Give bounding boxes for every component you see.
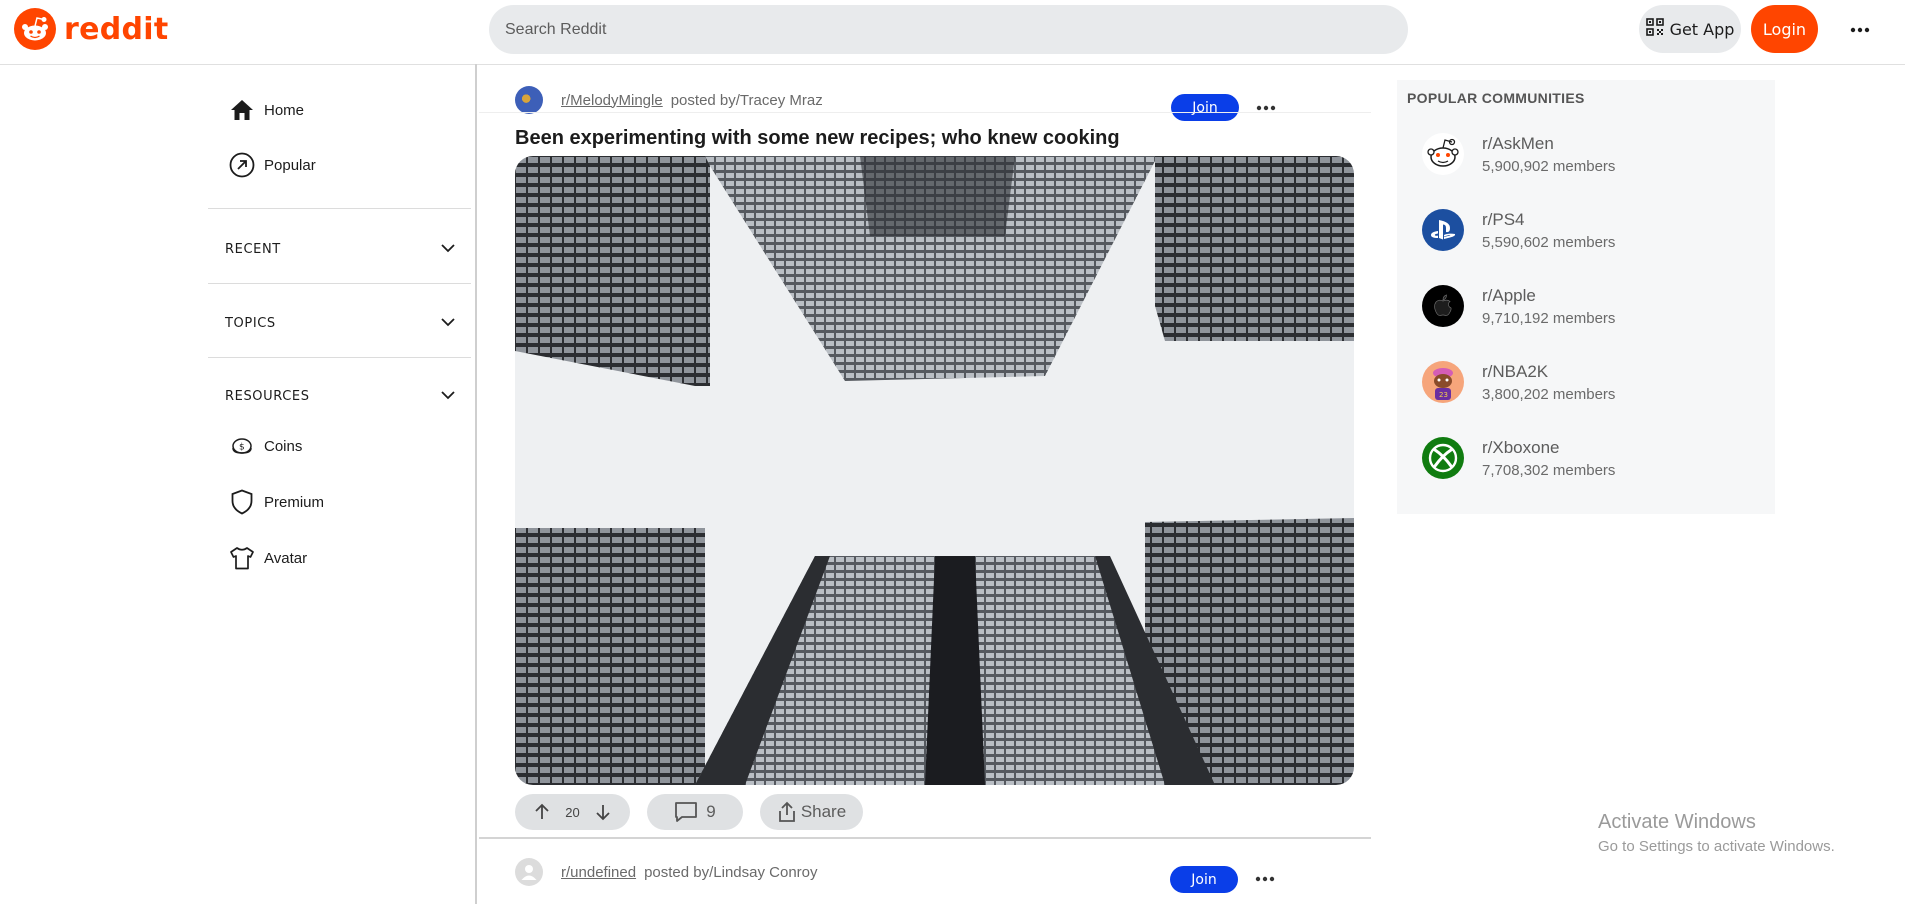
comments-button[interactable]: 9 — [647, 794, 743, 830]
section-recent[interactable]: RECENT — [225, 242, 455, 257]
subreddit-link[interactable]: r/MelodyMingle — [561, 92, 663, 109]
logo-text: reddit — [64, 11, 169, 47]
community-item[interactable]: 23 r/NBA2K 3,800,202 members — [1422, 361, 1615, 403]
sidebar-item-label: Premium — [264, 493, 325, 511]
post-separator — [479, 837, 1371, 839]
community-members: 9,710,192 members — [1482, 309, 1616, 327]
svg-text:23: 23 — [1439, 391, 1448, 399]
community-members: 7,708,302 members — [1482, 461, 1616, 479]
section-topics[interactable]: TOPICS — [225, 316, 455, 331]
community-item[interactable]: r/AskMen 5,900,902 members — [1422, 133, 1615, 175]
top-header: reddit Get App Login — [0, 0, 1905, 65]
sidebar-divider — [208, 283, 471, 284]
more-options-icon[interactable] — [1840, 10, 1880, 50]
chevron-down-icon — [441, 242, 455, 257]
section-label: RESOURCES — [225, 389, 310, 404]
get-app-button[interactable]: Get App — [1639, 5, 1741, 53]
community-name: r/PS4 — [1482, 209, 1525, 229]
sidebar-item-avatar[interactable]: Avatar — [228, 544, 307, 572]
community-item[interactable]: r/PS4 5,590,602 members — [1422, 209, 1615, 251]
sidebar-item-home[interactable]: Home — [228, 96, 304, 124]
downvote-icon[interactable] — [594, 803, 612, 821]
section-label: TOPICS — [225, 316, 276, 331]
sidebar-divider — [208, 357, 471, 358]
coins-icon: $ — [228, 432, 256, 460]
comment-count: 9 — [706, 802, 716, 821]
askmen-icon — [1422, 133, 1464, 175]
sidebar-item-label: Avatar — [264, 549, 308, 567]
section-resources[interactable]: RESOURCES — [225, 389, 455, 404]
watermark-title: Activate Windows — [1598, 811, 1756, 833]
more-options-icon[interactable] — [1252, 98, 1280, 118]
svg-text:$: $ — [239, 443, 245, 453]
community-name: r/NBA2K — [1482, 361, 1549, 381]
community-members: 3,800,202 members — [1482, 385, 1616, 403]
post-meta: r/MelodyMingle posted by/Tracey Mraz — [515, 86, 823, 114]
skyscraper-image — [515, 156, 1354, 785]
community-members: 5,590,602 members — [1482, 233, 1616, 251]
shield-icon — [228, 488, 256, 516]
community-name: r/Xboxone — [1482, 437, 1560, 457]
sidebar-item-label: Home — [264, 101, 305, 119]
subreddit-link[interactable]: r/undefined — [561, 864, 636, 881]
apple-icon — [1422, 285, 1464, 327]
community-item[interactable]: r/Apple 9,710,192 members — [1422, 285, 1615, 327]
default-avatar-icon[interactable] — [515, 858, 543, 886]
watermark-subtitle: Go to Settings to activate Windows. — [1598, 838, 1835, 855]
windows-activation-watermark: Activate Windows Go to Settings to activ… — [1598, 811, 1835, 855]
reddit-logo[interactable]: reddit — [14, 8, 169, 50]
vote-control: 20 — [515, 794, 630, 830]
sidebar-item-label: Coins — [264, 437, 303, 455]
more-options-icon[interactable] — [1251, 869, 1279, 889]
nba2k-icon: 23 — [1422, 361, 1464, 403]
comment-icon — [674, 801, 698, 823]
search-input[interactable] — [489, 5, 1408, 54]
post-title[interactable]: Been experimenting with some new recipes… — [515, 127, 1120, 150]
post-meta: r/undefined posted by/Lindsay Conroy — [515, 858, 818, 886]
share-icon — [777, 801, 797, 823]
popular-communities-panel: POPULAR COMMUNITIES r/AskMen 5,900,902 m… — [1397, 80, 1775, 514]
subreddit-avatar[interactable] — [515, 86, 543, 114]
section-label: RECENT — [225, 242, 281, 257]
join-button[interactable]: Join — [1171, 94, 1239, 121]
sidebar-divider — [208, 208, 471, 209]
sidebar-item-premium[interactable]: Premium — [228, 488, 324, 516]
login-button[interactable]: Login — [1751, 5, 1818, 53]
chevron-down-icon — [441, 389, 455, 404]
join-button[interactable]: Join — [1170, 866, 1238, 893]
share-button[interactable]: Share — [760, 794, 863, 830]
sidebar-item-label: Popular — [264, 156, 316, 174]
home-icon — [228, 96, 256, 124]
community-name: r/Apple — [1482, 285, 1536, 305]
community-members: 5,900,902 members — [1482, 157, 1616, 175]
left-sidebar: Home Popular RECENT TOPICS RESOURCES $ C… — [208, 66, 471, 904]
panel-title: POPULAR COMMUNITIES — [1407, 90, 1585, 106]
post-image[interactable] — [515, 156, 1354, 785]
community-item[interactable]: r/Xboxone 7,708,302 members — [1422, 437, 1615, 479]
feed-divider-line — [475, 64, 477, 904]
vote-count: 20 — [565, 804, 580, 820]
qr-code-icon — [1645, 18, 1664, 40]
sidebar-item-popular[interactable]: Popular — [228, 151, 316, 179]
shirt-icon — [228, 544, 256, 572]
share-label: Share — [800, 802, 847, 821]
xbox-icon — [1422, 437, 1464, 479]
community-name: r/AskMen — [1482, 133, 1554, 153]
upvote-icon[interactable] — [533, 803, 551, 821]
sidebar-item-coins[interactable]: $ Coins — [228, 432, 302, 460]
posted-by: posted by/Lindsay Conroy — [644, 863, 818, 881]
chevron-down-icon — [441, 316, 455, 331]
playstation-icon — [1422, 209, 1464, 251]
popular-icon — [228, 151, 256, 179]
posted-by: posted by/Tracey Mraz — [670, 91, 823, 109]
post-header-divider — [479, 112, 1371, 113]
get-app-label: Get App — [1669, 19, 1735, 39]
reddit-logo-icon — [14, 8, 56, 50]
